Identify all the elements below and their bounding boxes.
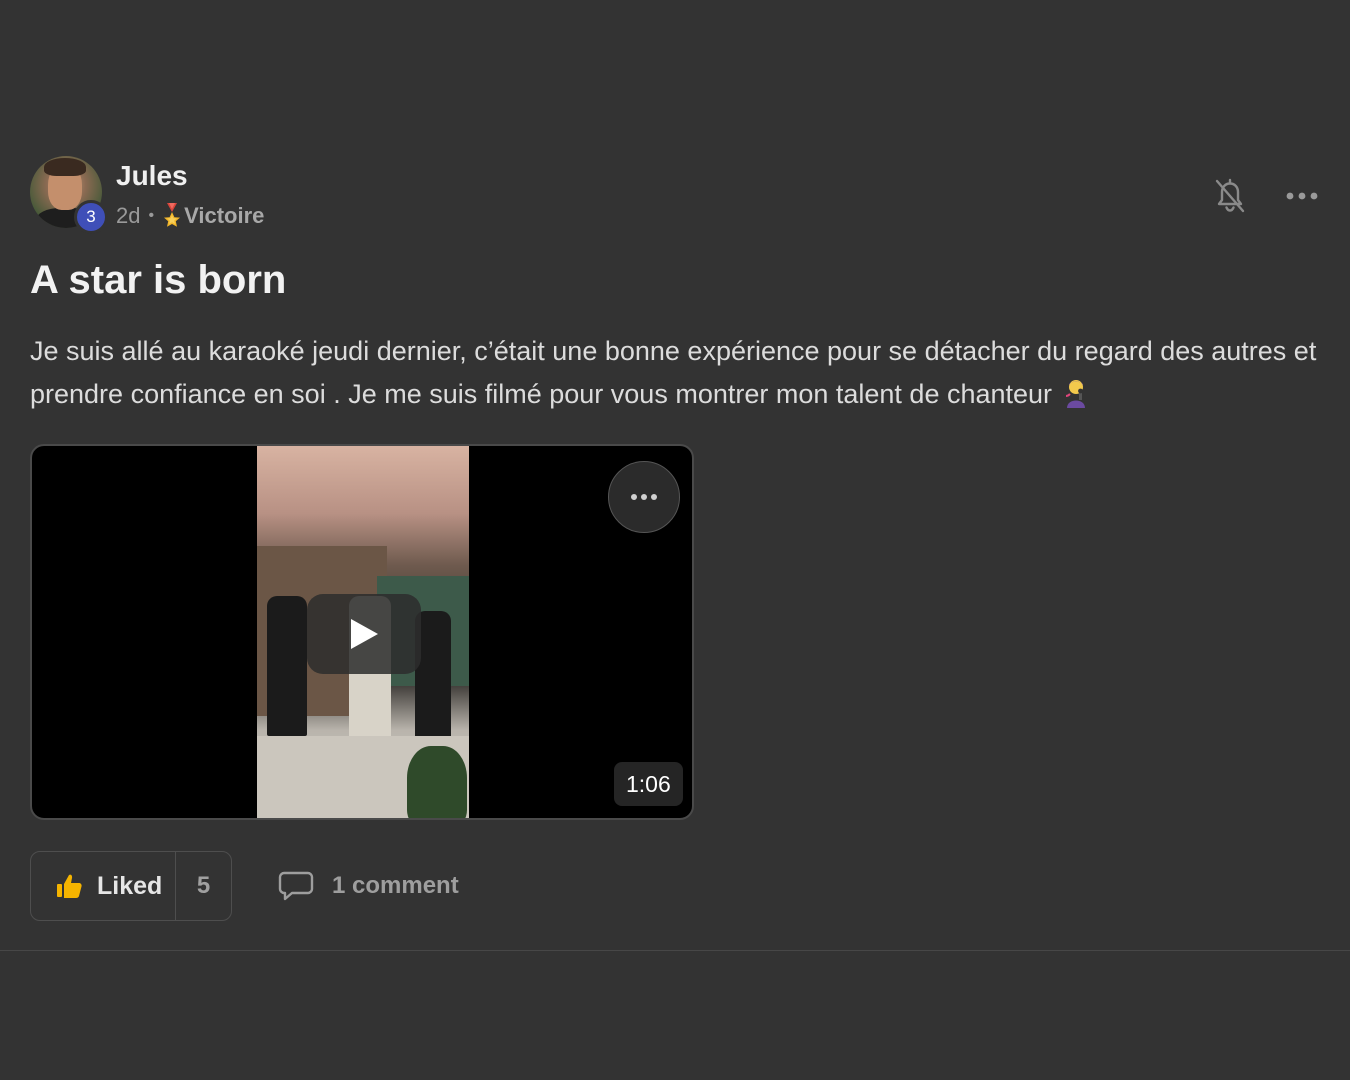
thumbs-up-icon (57, 874, 82, 898)
more-horizontal-icon (631, 494, 657, 500)
comment-button[interactable]: 1 comment (278, 864, 459, 908)
post-title: A star is born (30, 258, 287, 302)
post-meta: 2d • Victoire (116, 203, 264, 229)
bell-off-icon (1215, 178, 1245, 213)
post-more-button[interactable] (1280, 176, 1324, 216)
singer-emoji (1065, 380, 1085, 408)
video-more-button[interactable] (608, 461, 680, 533)
meta-separator: • (148, 207, 155, 224)
like-label: Liked (97, 871, 163, 900)
medal-icon (164, 203, 181, 227)
author-avatar[interactable]: 3 (30, 156, 108, 234)
author-name[interactable]: Jules (116, 160, 188, 192)
video-player[interactable]: 1:06 (30, 444, 694, 820)
post-card: 3 Jules 2d • Victoire A star is born Je … (0, 0, 1350, 1080)
play-icon (351, 619, 378, 649)
like-count[interactable]: 5 (176, 852, 231, 920)
comment-count-label: 1 comment (332, 872, 459, 899)
post-body-text: Je suis allé au karaoké jeudi dernier, c… (30, 336, 1317, 409)
video-duration: 1:06 (614, 762, 683, 806)
category-link[interactable]: Victoire (162, 203, 264, 229)
level-badge: 3 (74, 200, 108, 234)
notification-toggle-button[interactable] (1208, 174, 1252, 218)
category-label: Victoire (184, 203, 265, 228)
post-divider (0, 950, 1350, 951)
like-button[interactable]: Liked (31, 852, 176, 920)
comment-icon (278, 871, 314, 901)
play-button[interactable] (307, 594, 421, 674)
post-body: Je suis allé au karaoké jeudi dernier, c… (30, 330, 1320, 416)
more-horizontal-icon (1286, 192, 1318, 200)
like-button-group: Liked 5 (30, 851, 232, 921)
post-time: 2d (116, 203, 141, 228)
